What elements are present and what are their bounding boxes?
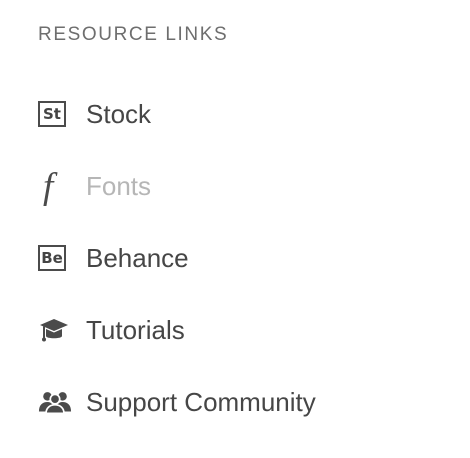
graduation-cap-icon <box>38 314 72 346</box>
resource-links-list: St Stock f Fonts Be Behance Tutorials Su… <box>38 78 458 438</box>
resource-link-label: Support Community <box>86 387 316 417</box>
fonts-icon-glyph: f <box>43 166 54 207</box>
people-icon <box>38 386 72 418</box>
resource-link-tutorials[interactable]: Tutorials <box>38 294 458 366</box>
resource-link-fonts[interactable]: f Fonts <box>38 150 458 222</box>
resource-link-behance[interactable]: Be Behance <box>38 222 458 294</box>
resource-link-stock[interactable]: St Stock <box>38 78 458 150</box>
resource-link-label: Tutorials <box>86 315 185 345</box>
resource-link-label: Stock <box>86 99 152 129</box>
behance-icon: Be <box>38 242 72 274</box>
resource-links-panel: RESOURCE LINKS St Stock f Fonts Be Behan… <box>0 0 470 458</box>
stock-icon: St <box>38 98 72 130</box>
resource-link-label: Behance <box>86 243 189 273</box>
behance-icon-text: Be <box>38 245 66 271</box>
fonts-icon: f <box>38 166 72 207</box>
resource-link-support-community[interactable]: Support Community <box>38 366 458 438</box>
resource-link-label: Fonts <box>86 171 152 201</box>
section-title: RESOURCE LINKS <box>38 24 229 45</box>
stock-icon-text: St <box>38 101 66 127</box>
